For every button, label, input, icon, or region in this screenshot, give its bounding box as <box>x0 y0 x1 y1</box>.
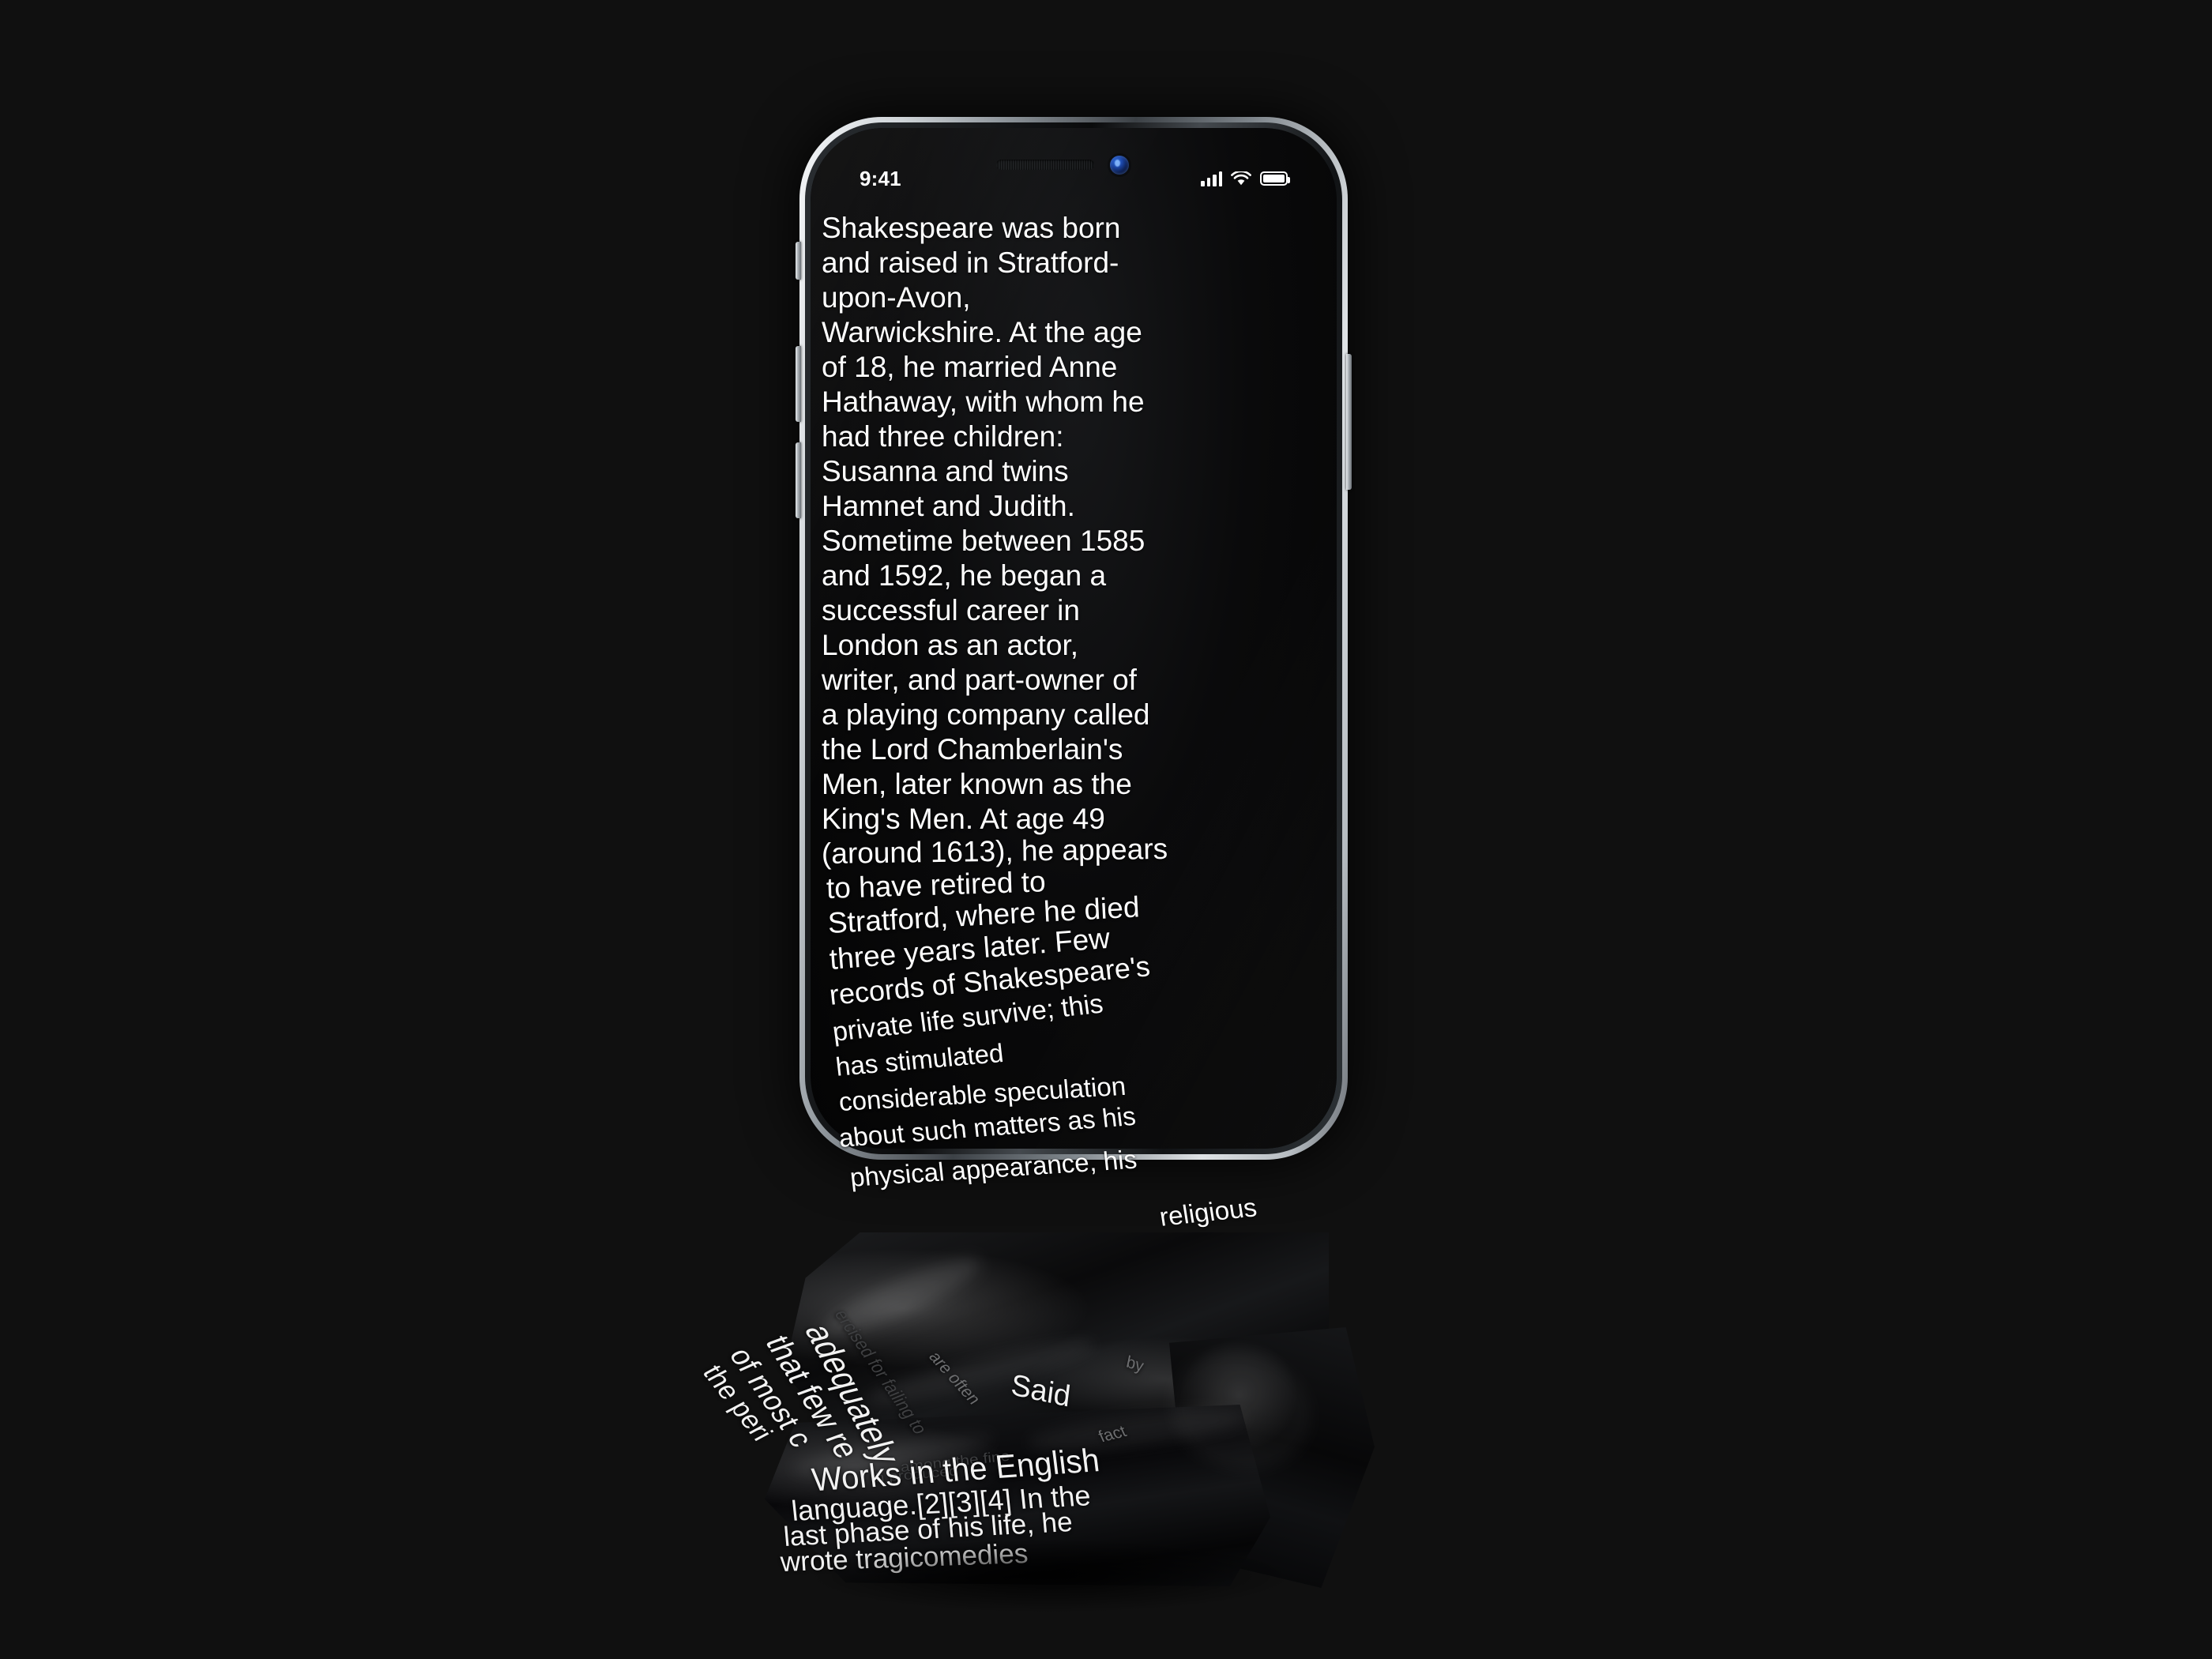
fabric-highlight <box>789 1425 996 1482</box>
fabric-text-line: by <box>1124 1352 1146 1376</box>
status-bar: 9:41 <box>811 163 1337 194</box>
wifi-icon <box>1231 171 1251 185</box>
article-line: religious <box>1157 1192 1259 1232</box>
screen-bezel: 9:41 <box>811 128 1337 1149</box>
fabric-text-line: th produced <box>870 1463 959 1486</box>
status-time: 9:41 <box>860 166 901 190</box>
floor-shadow <box>711 1525 1390 1627</box>
phone-device: 9:41 <box>796 117 1352 1160</box>
fabric-text-line: of most c <box>722 1342 821 1452</box>
screen-glass-reflection <box>811 128 1337 1149</box>
power-button[interactable] <box>1346 354 1352 490</box>
phone-screen[interactable]: 9:41 <box>811 128 1337 1149</box>
fabric-text-line: ercised for failing to <box>830 1307 931 1437</box>
fabric-text-line: among the fine <box>899 1448 1011 1476</box>
cellular-signal-icon <box>1201 171 1222 186</box>
battery-full-icon <box>1260 171 1290 186</box>
fabric-text-line: fact <box>1096 1422 1130 1446</box>
fabric-text-line: Said <box>1009 1368 1073 1414</box>
volume-down-button[interactable] <box>796 442 801 518</box>
fabric-text-line: adequately <box>796 1321 908 1468</box>
scene: ercised for failing to adequately that f… <box>0 0 2212 1659</box>
fabric-highlight <box>1156 1334 1325 1487</box>
fabric-text-line: are often <box>924 1349 984 1408</box>
fabric-text-line: language.[2][3][4] In the <box>789 1479 1093 1527</box>
fabric-highlight <box>861 1330 1098 1414</box>
fabric-panel-back <box>784 1232 1329 1485</box>
fabric-highlight <box>1025 1401 1250 1459</box>
silent-switch[interactable] <box>796 242 801 280</box>
fabric-text-line: the peri <box>696 1360 779 1446</box>
fabric-text-line: that few re <box>757 1331 867 1463</box>
volume-up-button[interactable] <box>796 346 801 422</box>
status-icons <box>1201 171 1290 186</box>
fabric-highlight <box>814 1246 988 1349</box>
fabric-text-line: Works in the English <box>810 1442 1102 1499</box>
